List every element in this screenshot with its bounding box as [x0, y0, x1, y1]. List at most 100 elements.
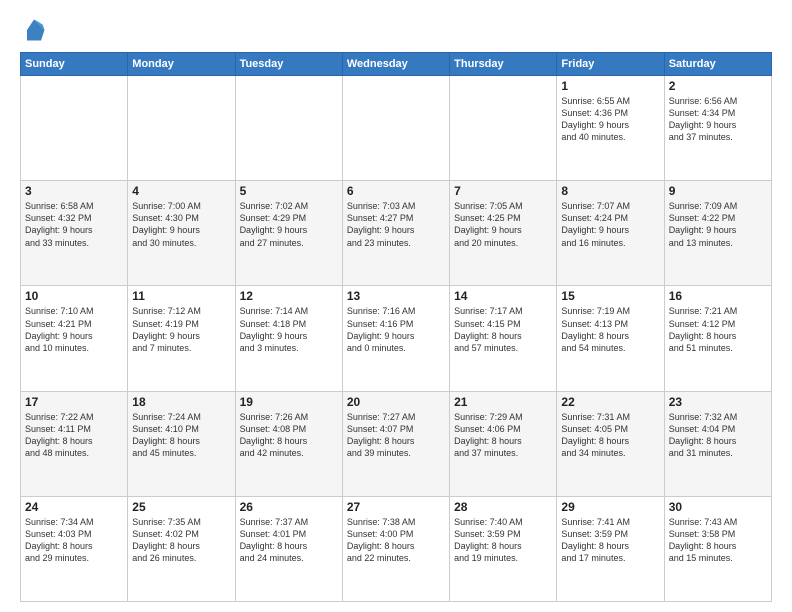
calendar-cell: 16 Sunrise: 7:21 AM Sunset: 4:12 PM Dayli… [664, 286, 771, 391]
day-number: 17 [25, 395, 123, 409]
day-number: 16 [669, 289, 767, 303]
day-info: Sunrise: 7:24 AM Sunset: 4:10 PM Dayligh… [132, 411, 230, 460]
weekday-header-tuesday: Tuesday [235, 53, 342, 76]
day-info: Sunrise: 7:19 AM Sunset: 4:13 PM Dayligh… [561, 305, 659, 354]
weekday-header-sunday: Sunday [21, 53, 128, 76]
day-number: 2 [669, 79, 767, 93]
day-info: Sunrise: 7:07 AM Sunset: 4:24 PM Dayligh… [561, 200, 659, 249]
logo-icon [20, 16, 48, 44]
day-info: Sunrise: 7:09 AM Sunset: 4:22 PM Dayligh… [669, 200, 767, 249]
day-number: 22 [561, 395, 659, 409]
calendar-cell: 4 Sunrise: 7:00 AM Sunset: 4:30 PM Daylig… [128, 181, 235, 286]
day-number: 21 [454, 395, 552, 409]
day-number: 30 [669, 500, 767, 514]
day-number: 28 [454, 500, 552, 514]
calendar-cell: 21Sunrise: 7:29 AM Sunset: 4:06 PM Dayli… [450, 391, 557, 496]
day-number: 14 [454, 289, 552, 303]
day-number: 4 [132, 184, 230, 198]
calendar-cell: 18 Sunrise: 7:24 AM Sunset: 4:10 PM Dayli… [128, 391, 235, 496]
calendar-cell [450, 76, 557, 181]
day-info: Sunrise: 7:14 AM Sunset: 4:18 PM Dayligh… [240, 305, 338, 354]
day-number: 27 [347, 500, 445, 514]
calendar-table: SundayMondayTuesdayWednesdayThursdayFrid… [20, 52, 772, 602]
day-number: 3 [25, 184, 123, 198]
header [20, 16, 772, 44]
day-number: 19 [240, 395, 338, 409]
day-number: 1 [561, 79, 659, 93]
calendar-cell: 3 Sunrise: 6:58 AM Sunset: 4:32 PM Daylig… [21, 181, 128, 286]
calendar-cell: 24 Sunrise: 7:34 AM Sunset: 4:03 PM Dayli… [21, 496, 128, 601]
day-number: 12 [240, 289, 338, 303]
calendar-cell: 15 Sunrise: 7:19 AM Sunset: 4:13 PM Dayli… [557, 286, 664, 391]
day-info: Sunrise: 7:40 AM Sunset: 3:59 PM Dayligh… [454, 516, 552, 565]
calendar-cell: 11 Sunrise: 7:12 AM Sunset: 4:19 PM Dayli… [128, 286, 235, 391]
calendar-cell [128, 76, 235, 181]
day-number: 11 [132, 289, 230, 303]
calendar-cell: 27 Sunrise: 7:38 AM Sunset: 4:00 PM Dayli… [342, 496, 449, 601]
weekday-header-friday: Friday [557, 53, 664, 76]
day-info: Sunrise: 7:41 AM Sunset: 3:59 PM Dayligh… [561, 516, 659, 565]
week-row-4: 17 Sunrise: 7:22 AM Sunset: 4:11 PM Dayli… [21, 391, 772, 496]
day-number: 15 [561, 289, 659, 303]
weekday-header-thursday: Thursday [450, 53, 557, 76]
day-number: 18 [132, 395, 230, 409]
logo [20, 16, 52, 44]
day-number: 7 [454, 184, 552, 198]
calendar-cell: 10 Sunrise: 7:10 AM Sunset: 4:21 PM Dayli… [21, 286, 128, 391]
calendar-cell: 28 Sunrise: 7:40 AM Sunset: 3:59 PM Dayli… [450, 496, 557, 601]
day-info: Sunrise: 7:12 AM Sunset: 4:19 PM Dayligh… [132, 305, 230, 354]
calendar-cell: 20 Sunrise: 7:27 AM Sunset: 4:07 PM Dayli… [342, 391, 449, 496]
day-info: Sunrise: 6:58 AM Sunset: 4:32 PM Dayligh… [25, 200, 123, 249]
calendar-cell: 5Sunrise: 7:02 AM Sunset: 4:29 PM Daylig… [235, 181, 342, 286]
day-info: Sunrise: 7:22 AM Sunset: 4:11 PM Dayligh… [25, 411, 123, 460]
calendar-cell [342, 76, 449, 181]
day-info: Sunrise: 7:03 AM Sunset: 4:27 PM Dayligh… [347, 200, 445, 249]
day-info: Sunrise: 7:43 AM Sunset: 3:58 PM Dayligh… [669, 516, 767, 565]
day-number: 29 [561, 500, 659, 514]
day-number: 9 [669, 184, 767, 198]
day-info: Sunrise: 7:34 AM Sunset: 4:03 PM Dayligh… [25, 516, 123, 565]
day-info: Sunrise: 7:00 AM Sunset: 4:30 PM Dayligh… [132, 200, 230, 249]
calendar-cell: 22Sunrise: 7:31 AM Sunset: 4:05 PM Dayli… [557, 391, 664, 496]
week-row-5: 24 Sunrise: 7:34 AM Sunset: 4:03 PM Dayli… [21, 496, 772, 601]
calendar-cell: 17 Sunrise: 7:22 AM Sunset: 4:11 PM Dayli… [21, 391, 128, 496]
day-info: Sunrise: 7:17 AM Sunset: 4:15 PM Dayligh… [454, 305, 552, 354]
calendar-cell: 13Sunrise: 7:16 AM Sunset: 4:16 PM Dayli… [342, 286, 449, 391]
day-number: 23 [669, 395, 767, 409]
calendar-cell [21, 76, 128, 181]
day-info: Sunrise: 7:37 AM Sunset: 4:01 PM Dayligh… [240, 516, 338, 565]
day-info: Sunrise: 6:55 AM Sunset: 4:36 PM Dayligh… [561, 95, 659, 144]
weekday-header-monday: Monday [128, 53, 235, 76]
day-info: Sunrise: 7:21 AM Sunset: 4:12 PM Dayligh… [669, 305, 767, 354]
calendar-cell: 9 Sunrise: 7:09 AM Sunset: 4:22 PM Daylig… [664, 181, 771, 286]
calendar-cell: 14 Sunrise: 7:17 AM Sunset: 4:15 PM Dayli… [450, 286, 557, 391]
weekday-header-row: SundayMondayTuesdayWednesdayThursdayFrid… [21, 53, 772, 76]
week-row-3: 10 Sunrise: 7:10 AM Sunset: 4:21 PM Dayli… [21, 286, 772, 391]
calendar-cell: 29 Sunrise: 7:41 AM Sunset: 3:59 PM Dayli… [557, 496, 664, 601]
day-info: Sunrise: 7:05 AM Sunset: 4:25 PM Dayligh… [454, 200, 552, 249]
day-info: Sunrise: 7:35 AM Sunset: 4:02 PM Dayligh… [132, 516, 230, 565]
calendar-cell: 2Sunrise: 6:56 AM Sunset: 4:34 PM Daylig… [664, 76, 771, 181]
day-info: Sunrise: 7:10 AM Sunset: 4:21 PM Dayligh… [25, 305, 123, 354]
day-number: 24 [25, 500, 123, 514]
weekday-header-wednesday: Wednesday [342, 53, 449, 76]
calendar-cell: 19Sunrise: 7:26 AM Sunset: 4:08 PM Dayli… [235, 391, 342, 496]
calendar-cell: 26 Sunrise: 7:37 AM Sunset: 4:01 PM Dayli… [235, 496, 342, 601]
calendar-cell: 25 Sunrise: 7:35 AM Sunset: 4:02 PM Dayli… [128, 496, 235, 601]
calendar-cell: 23Sunrise: 7:32 AM Sunset: 4:04 PM Dayli… [664, 391, 771, 496]
day-number: 8 [561, 184, 659, 198]
day-number: 20 [347, 395, 445, 409]
day-number: 10 [25, 289, 123, 303]
day-number: 5 [240, 184, 338, 198]
week-row-2: 3 Sunrise: 6:58 AM Sunset: 4:32 PM Daylig… [21, 181, 772, 286]
day-info: Sunrise: 7:16 AM Sunset: 4:16 PM Dayligh… [347, 305, 445, 354]
weekday-header-saturday: Saturday [664, 53, 771, 76]
day-number: 26 [240, 500, 338, 514]
week-row-1: 1 Sunrise: 6:55 AM Sunset: 4:36 PM Daylig… [21, 76, 772, 181]
calendar-cell [235, 76, 342, 181]
day-info: Sunrise: 7:38 AM Sunset: 4:00 PM Dayligh… [347, 516, 445, 565]
calendar-cell: 6Sunrise: 7:03 AM Sunset: 4:27 PM Daylig… [342, 181, 449, 286]
day-number: 25 [132, 500, 230, 514]
page: SundayMondayTuesdayWednesdayThursdayFrid… [0, 0, 792, 612]
day-info: Sunrise: 7:27 AM Sunset: 4:07 PM Dayligh… [347, 411, 445, 460]
